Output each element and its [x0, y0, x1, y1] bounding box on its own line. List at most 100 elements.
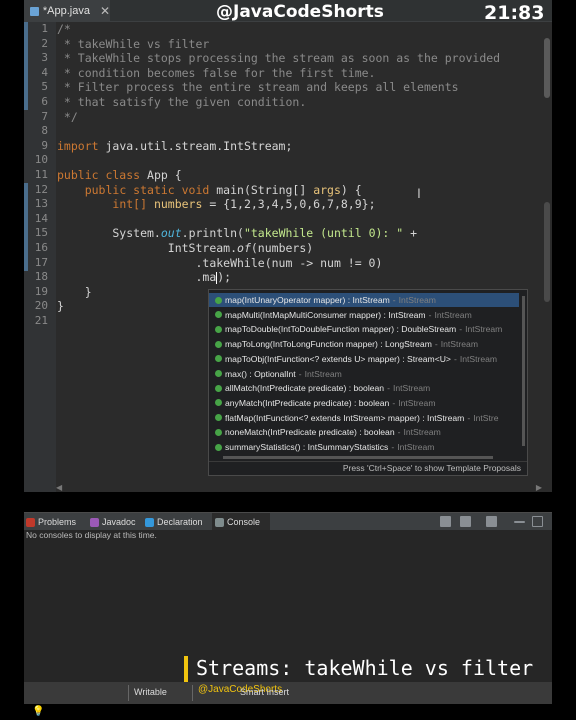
line-number: 13 — [34, 197, 48, 211]
line-number: 8 — [41, 124, 48, 138]
proposal-item[interactable]: mapToDouble(IntToDoubleFunction mapper) … — [215, 322, 502, 336]
tab-console[interactable]: Console — [212, 513, 270, 531]
code-line-3[interactable]: * TakeWhile stops processing the stream … — [57, 51, 500, 65]
minimize-icon[interactable] — [514, 521, 525, 523]
scroll-right-icon[interactable]: ▶ — [536, 483, 542, 492]
proposal-signature: flatMap(IntFunction<? extends IntStream>… — [225, 412, 465, 423]
overlay-handle: @JavaCodeShorts — [216, 2, 384, 22]
proposal-item[interactable]: allMatch(IntPredicate predicate) : boole… — [215, 381, 430, 395]
proposal-item[interactable]: noneMatch(IntPredicate predicate) : bool… — [215, 425, 441, 439]
proposal-owner: IntStream — [304, 368, 342, 379]
editor-tab-title: *App.java — [42, 5, 90, 17]
line-number: 21 — [34, 314, 48, 327]
scroll-left-icon[interactable]: ◀ — [56, 483, 62, 492]
vertical-scrollbar[interactable] — [542, 22, 552, 484]
public-method-icon — [215, 325, 222, 333]
code-line-13[interactable]: int[] numbers = {1,2,3,4,5,0,6,7,8,9}; — [57, 197, 375, 211]
status-separator — [128, 685, 129, 701]
console-message: No consoles to display at this time. — [26, 530, 157, 540]
proposal-owner: IntStream — [398, 397, 436, 408]
proposal-separator: - — [391, 442, 395, 452]
tab-javadoc[interactable]: Javadoc — [90, 513, 144, 531]
pin-console-icon[interactable] — [486, 516, 497, 527]
code-line-17[interactable]: .takeWhile(num -> num != 0) — [57, 256, 382, 270]
code-line-15[interactable]: System.out.println("takeWhile (until 0):… — [57, 226, 417, 240]
line-number: 2 — [41, 36, 48, 50]
code-line-16[interactable]: IntStream.of(numbers) — [57, 241, 313, 255]
proposal-signature: mapToObj(IntFunction<? extends U> mapper… — [225, 353, 451, 364]
proposal-item[interactable]: mapMulti(IntMapMultiConsumer mapper) : I… — [215, 308, 472, 322]
public-method-icon — [215, 370, 222, 377]
line-number: 5 — [41, 80, 48, 94]
scrollbar-thumb[interactable] — [544, 202, 550, 302]
public-method-icon — [215, 414, 222, 422]
proposal-separator: - — [434, 339, 438, 350]
public-method-icon — [215, 340, 222, 348]
line-number: 9 — [41, 138, 48, 152]
open-console-icon[interactable] — [440, 516, 451, 527]
proposal-separator: - — [467, 412, 471, 423]
overlay-timer: 21:83 — [484, 2, 545, 24]
code-line-20[interactable]: } — [57, 299, 64, 313]
code-line-2[interactable]: * takeWhile vs filter — [57, 37, 209, 51]
proposal-owner: IntStream — [398, 295, 436, 305]
line-number: 16 — [34, 241, 48, 254]
javadoc-icon — [90, 517, 99, 527]
proposal-hscrollbar[interactable] — [223, 456, 493, 459]
code-line-1[interactable]: /* — [57, 22, 71, 36]
proposal-owner: IntStream — [459, 353, 498, 364]
proposal-footer: Press 'Ctrl+Space' to show Template Prop… — [209, 461, 527, 475]
code-line-11[interactable]: public class App { — [57, 168, 182, 182]
status-insert-mode: Smart Insert — [240, 687, 290, 697]
code-line-18[interactable]: .ma); — [57, 270, 231, 284]
proposal-separator: - — [428, 309, 432, 320]
close-icon[interactable]: ✕ — [100, 4, 110, 18]
code-line-5[interactable]: * Filter process the entire stream and k… — [57, 80, 459, 94]
line-number: 3 — [41, 51, 48, 65]
proposal-item[interactable]: flatMap(IntFunction<? extends IntStream>… — [215, 411, 499, 425]
code-line-19[interactable]: } — [57, 285, 92, 299]
line-number: 1 — [41, 22, 48, 35]
line-number: 7 — [41, 109, 48, 123]
proposal-separator: - — [387, 383, 390, 394]
code-line-12[interactable]: public static void main(String[] args) { — [57, 183, 362, 197]
proposal-signature: max() : OptionalInt — [225, 368, 296, 379]
proposal-item[interactable]: mapToObj(IntFunction<? extends U> mapper… — [215, 352, 497, 366]
public-method-icon — [215, 443, 222, 451]
proposal-scrollbar[interactable] — [522, 296, 525, 446]
public-method-icon — [215, 399, 222, 407]
public-method-icon — [215, 296, 222, 304]
line-number: 19 — [34, 284, 48, 298]
tab-problems[interactable]: Problems — [26, 513, 86, 531]
tab-declaration[interactable]: Declaration — [145, 513, 211, 531]
console-icon — [215, 517, 224, 527]
lightbulb-icon[interactable]: 💡 — [32, 706, 44, 717]
proposal-separator: - — [459, 324, 463, 335]
proposal-item[interactable]: anyMatch(IntPredicate predicate) : boole… — [215, 396, 435, 410]
proposal-item[interactable]: mapToLong(IntToLongFunction mapper) : Lo… — [215, 337, 478, 351]
proposal-item[interactable]: summaryStatistics() : IntSummaryStatisti… — [215, 440, 434, 452]
horizontal-scrollbar[interactable]: ◀ ▶ — [56, 483, 542, 492]
line-number: 18 — [34, 270, 48, 284]
scrollbar-thumb[interactable] — [544, 38, 550, 98]
code-line-4[interactable]: * condition becomes false for the first … — [57, 66, 376, 80]
proposal-signature: mapToDouble(IntToDoubleFunction mapper) … — [225, 324, 457, 335]
proposal-owner: IntStream — [397, 442, 435, 452]
code-line-6[interactable]: * that satisfy the given condition. — [57, 95, 306, 109]
code-line-7[interactable]: */ — [57, 110, 78, 124]
proposal-list[interactable]: map(IntUnaryOperator mapper) : IntStream… — [209, 290, 519, 452]
bottom-panel-tabs: Problems Javadoc Declaration Console — [24, 512, 552, 531]
proposal-owner: IntStream — [440, 339, 478, 350]
line-number: 17 — [34, 255, 48, 269]
maximize-icon[interactable] — [532, 516, 543, 527]
public-method-icon — [215, 428, 222, 436]
editor-tab-app-java[interactable]: *App.java ✕ — [24, 0, 110, 22]
public-method-icon — [215, 355, 222, 363]
proposal-separator: - — [453, 353, 457, 364]
display-console-icon[interactable] — [460, 516, 471, 527]
proposal-item[interactable]: map(IntUnaryOperator mapper) : IntStream… — [209, 293, 519, 307]
proposal-item[interactable]: max() : OptionalInt - IntStream — [215, 367, 342, 381]
proposal-owner: IntStre — [473, 412, 499, 423]
code-line-9[interactable]: import java.util.stream.IntStream; — [57, 139, 292, 153]
content-assist-popup[interactable]: map(IntUnaryOperator mapper) : IntStream… — [208, 289, 528, 476]
